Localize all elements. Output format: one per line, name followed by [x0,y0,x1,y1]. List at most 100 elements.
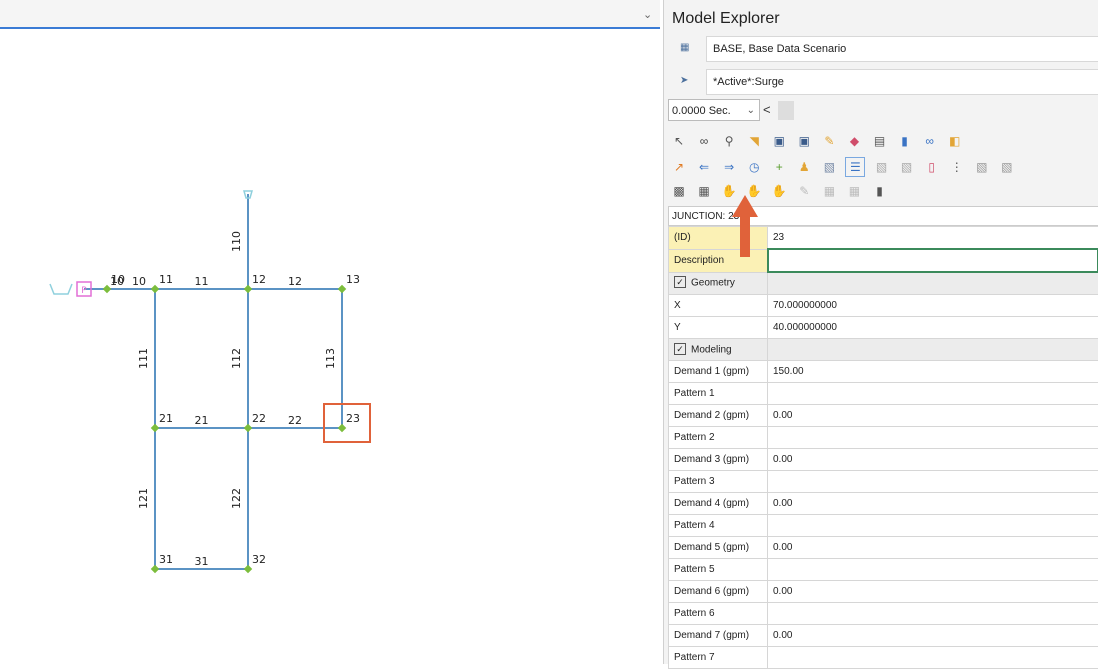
back-arrow-icon[interactable]: ⇐ [695,158,713,176]
time-slider-thumb[interactable] [778,101,794,120]
open-folder-icon[interactable]: ◥ [745,132,763,150]
property-row[interactable]: Demand 4 (gpm)0.00 [669,493,1098,515]
network-diagram[interactable]: 10101112110111112113212212112231P1011121… [0,0,660,664]
pump-glyph: P [81,286,87,296]
property-value[interactable] [768,339,1098,361]
chain-icon[interactable]: ∞ [921,132,939,150]
split-icon[interactable]: ▧ [873,158,891,176]
table-icon[interactable]: ▦ [695,182,713,200]
property-row[interactable]: Demand 3 (gpm) 0.00 [669,449,1098,471]
property-row[interactable]: Y40.000000000 [669,317,1098,339]
edit-folder-icon[interactable]: ✎ [820,132,838,150]
property-value[interactable] [768,383,1098,405]
layout-icon[interactable]: ▧ [998,158,1016,176]
pipe-label: 11 [195,275,209,288]
network-tool-icon[interactable]: ▧ [820,158,838,176]
person-icon[interactable]: ♟ [795,158,813,176]
property-value[interactable]: 0.00 [768,449,1098,471]
junction-node[interactable] [244,565,252,573]
property-value[interactable] [768,471,1098,493]
property-value[interactable]: 0.00 [768,537,1098,559]
save-icon[interactable]: ▣ [770,132,788,150]
property-value[interactable] [768,603,1098,625]
property-category-row[interactable]: ✓Modeling [669,339,1098,361]
reservoir-icon[interactable] [50,284,72,294]
property-row[interactable]: Pattern 4 [669,515,1098,537]
pointer-icon[interactable]: ↖ [670,132,688,150]
junction-node[interactable] [338,424,346,432]
property-value[interactable]: 23 [768,227,1098,250]
property-value[interactable]: 70.000000000 [768,295,1098,317]
property-label: Demand 1 (gpm) [674,366,749,377]
property-value[interactable] [768,647,1098,669]
history-icon[interactable]: ◷ [745,158,763,176]
edit-disabled-icon: ✎ [795,182,813,200]
property-value[interactable] [768,515,1098,537]
junction-node[interactable] [151,565,159,573]
pin-icon[interactable]: ▮ [871,182,889,200]
save-all-icon[interactable]: ▣ [795,132,813,150]
property-value[interactable]: 0.00 [768,581,1098,603]
drawing-canvas[interactable]: ⌄ 10101112110111112113212212112231P10111… [0,0,660,664]
junction-node[interactable] [151,285,159,293]
property-row[interactable]: Demand 5 (gpm)0.00 [669,537,1098,559]
junction-node[interactable] [244,424,252,432]
merge-icon[interactable]: ▧ [898,158,916,176]
link-icon[interactable]: ∞ [695,132,713,150]
property-row[interactable]: X70.000000000 [669,295,1098,317]
report-icon[interactable]: ▤ [871,132,889,150]
property-value[interactable]: 0.00 [768,405,1098,427]
property-value[interactable]: 0.00 [768,625,1098,647]
active-scenario-field[interactable]: *Active*:Surge [706,69,1098,95]
hammer-icon[interactable]: ↗ [670,158,688,176]
step-back-icon[interactable]: < [763,102,771,117]
time-step-select[interactable]: 0.0000 Sec. ⌄ [668,99,760,121]
property-value[interactable]: 40.000000000 [768,317,1098,339]
property-name: ✓Modeling [669,339,768,361]
grid-disabled-icon: ▦ [820,182,838,200]
id-plus-icon[interactable]: + [770,158,788,176]
junction-node[interactable] [244,285,252,293]
property-label: Demand 3 (gpm) [674,454,749,465]
property-row[interactable]: Pattern 7 [669,647,1098,669]
property-value[interactable] [768,559,1098,581]
base-scenario-row[interactable]: ▦ BASE, Base Data Scenario [670,36,1098,62]
zoom-icon[interactable]: ⚲ [720,132,738,150]
layers-icon[interactable]: ▧ [973,158,991,176]
folder-edit-icon[interactable]: ◧ [946,132,964,150]
property-row[interactable]: Pattern 5 [669,559,1098,581]
property-name: Demand 6 (gpm) [669,581,768,603]
expand-checkbox-icon[interactable]: ✓ [674,343,686,355]
pipe-label: 22 [288,414,302,427]
property-row[interactable]: Pattern 3 [669,471,1098,493]
junction-node[interactable] [338,285,346,293]
property-category-row[interactable]: ✓ Geometry [669,272,1098,295]
list-icon[interactable]: ⋮ [948,158,966,176]
properties-icon[interactable]: ☰ [845,157,865,177]
property-row[interactable]: Demand 7 (gpm)0.00 [669,625,1098,647]
forward-arrow-icon[interactable]: ⇒ [720,158,738,176]
pipe-label: 12 [288,275,302,288]
display-icon[interactable]: ▩ [670,182,688,200]
property-row[interactable]: Demand 2 (gpm)0.00 [669,405,1098,427]
property-row[interactable]: Pattern 1 [669,383,1098,405]
expand-checkbox-icon[interactable]: ✓ [674,276,686,288]
property-row[interactable]: Demand 6 (gpm)0.00 [669,581,1098,603]
junction-node[interactable] [151,424,159,432]
eraser-icon[interactable]: ◆ [845,132,863,150]
property-row[interactable]: Pattern 6 [669,603,1098,625]
property-value[interactable]: 0.00 [768,493,1098,515]
chart-icon[interactable]: ▮ [896,132,914,150]
property-value[interactable] [768,427,1098,449]
description-field[interactable] [768,249,1098,272]
property-name: Pattern 1 [669,383,768,405]
property-row[interactable]: Pattern 2 [669,427,1098,449]
property-label: Geometry [691,278,735,289]
active-scenario-row[interactable]: ➤ *Active*:Surge [670,69,1098,95]
property-value[interactable] [768,272,1098,295]
base-scenario-field[interactable]: BASE, Base Data Scenario [706,36,1098,62]
tank-icon[interactable]: ▯ [923,158,941,176]
property-label: (ID) [674,232,691,243]
property-value[interactable]: 150.00 [768,361,1098,383]
property-row[interactable]: Demand 1 (gpm) 150.00 [669,361,1098,383]
